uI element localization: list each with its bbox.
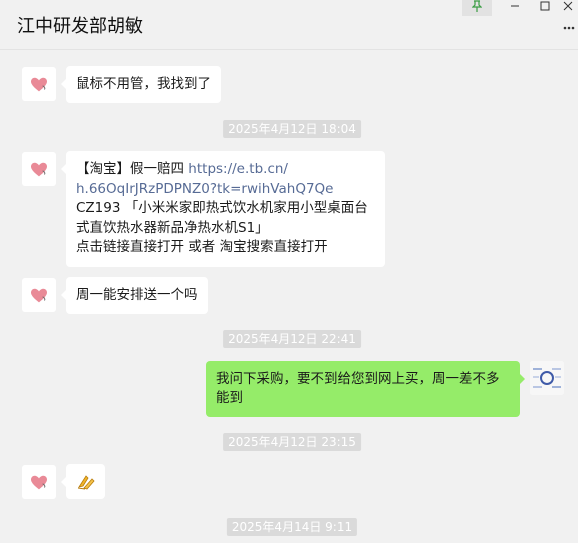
message-bubble-self[interactable]: 我问下采购，要不到给您到网上买，周一差不多 能到 [206,361,525,417]
heart-icon [31,288,47,303]
heart-icon [31,77,47,92]
pray-emoji-icon [77,474,95,489]
message-bubble[interactable]: 鼠标不用管，我找到了 [61,66,221,103]
contact-avatar[interactable] [22,465,56,499]
title-bar: 江中研发部胡敏 [0,0,578,50]
message-text: CZ193 「小米米家即热式饮水机家用小型桌面台 [76,200,368,216]
timestamp: 2025年4月12日 23:15 [223,433,361,451]
message-text: 我问下采购，要不到给您到网上买，周一差不多 [216,371,500,387]
more-icon[interactable] [563,22,575,30]
message-bubble[interactable]: 周一能安排送一个吗 [61,277,208,314]
taobao-link-cont[interactable]: h.66OqIrJRzPDPNZ0?tk=rwihVahQ7Qe [76,181,333,197]
taobao-link[interactable]: https://e.tb.cn/ [188,161,288,177]
pin-icon[interactable] [462,0,492,16]
close-icon[interactable] [558,0,578,16]
maximize-icon[interactable] [530,0,560,16]
chat-title: 江中研发部胡敏 [17,16,143,37]
message-text: 点击链接直接打开 或者 淘宝搜索直接打开 [76,239,328,255]
timestamp: 2025年4月12日 18:04 [223,120,361,138]
timestamp: 2025年4月12日 22:41 [223,330,361,348]
contact-avatar[interactable] [22,67,56,101]
timestamp: 2025年4月14日 9:11 [226,518,358,536]
message-text: 周一能安排送一个吗 [76,287,198,303]
contact-avatar[interactable] [22,278,56,312]
self-avatar[interactable] [530,361,564,395]
contact-avatar[interactable] [22,152,56,186]
message-text: 能到 [216,390,243,406]
message-text: 式直饮热水器新品净热水机S1」 [76,219,269,236]
heart-icon [31,475,47,490]
message-text: 鼠标不用管，我找到了 [76,76,211,92]
minimize-icon[interactable] [500,0,530,16]
heart-icon [31,162,47,177]
message-bubble[interactable]: 【淘宝】假一赔四 https://e.tb.cn/ h.66OqIrJRzPDP… [61,151,385,267]
message-bubble[interactable] [61,464,105,499]
message-text: 【淘宝】假一赔四 [76,161,189,177]
self-avatar-image [530,361,564,395]
